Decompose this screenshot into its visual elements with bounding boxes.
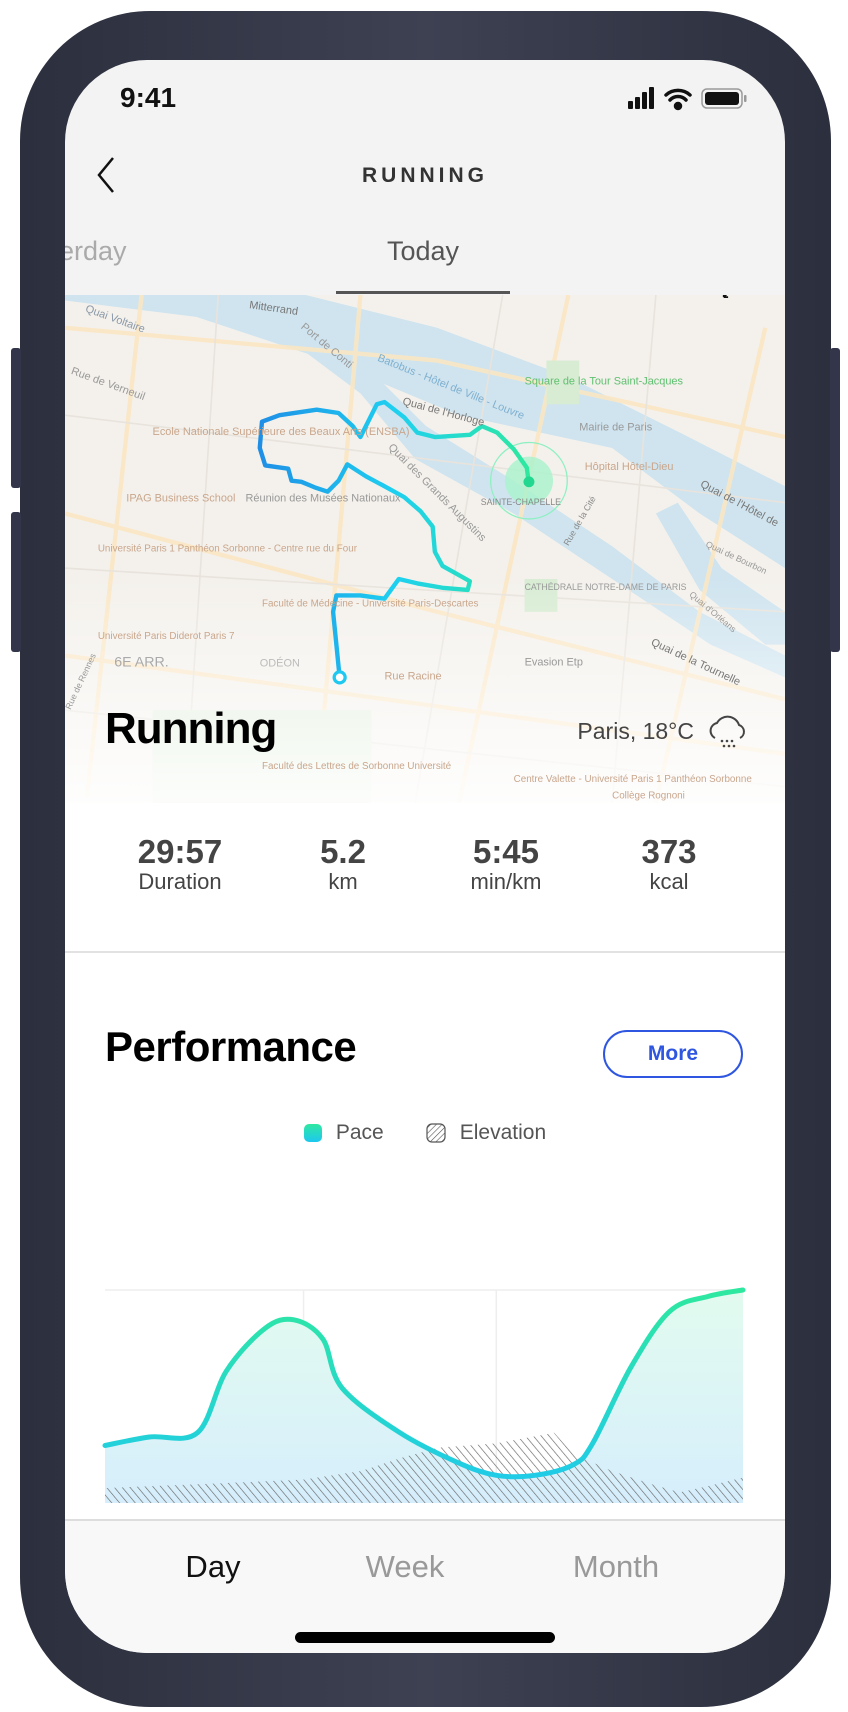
activity-title: Running (105, 704, 277, 753)
weather: Paris, 18°C (577, 712, 750, 750)
tab-active-indicator (336, 291, 510, 294)
volume-down-button (11, 512, 21, 652)
stat-value: 5:45 (472, 833, 540, 870)
stat-label: Duration (138, 869, 222, 894)
stat-label: kcal (649, 869, 689, 894)
tab-today[interactable]: Today (336, 236, 510, 267)
screen: 9:41 RUNNING erday Today Quai Voltaire B… (65, 60, 785, 1653)
cloud-rain-icon (709, 715, 745, 748)
tab-week[interactable]: Week (366, 1549, 445, 1585)
map-label: Réunion des Musées Nationaux (246, 492, 401, 504)
status-time: 9:41 (120, 82, 177, 113)
map-label: 6E ARR. (114, 654, 169, 670)
signal-icon (628, 87, 654, 109)
wifi-icon (664, 88, 692, 111)
map-label: Faculté des Lettres de Sorbonne Universi… (262, 761, 452, 772)
stats-panel: 29:57 Duration 5.2 km 5:45 min/km 373 kcal (65, 803, 785, 953)
home-indicator (295, 1632, 555, 1643)
stat-label: km (328, 869, 358, 894)
tab-month[interactable]: Month (573, 1549, 659, 1585)
battery-icon (701, 88, 747, 109)
stat-value: 5.2 (320, 833, 366, 870)
map-label: Mairie de Paris (579, 421, 652, 433)
performance-chart: 05′10′15′20′25′30′ (102, 1287, 746, 1503)
map-label: Evasion Etp (525, 656, 583, 668)
map-label: CATHÉDRALE NOTRE-DAME DE PARIS (525, 582, 687, 592)
map-label: ODÉON (260, 656, 300, 669)
stat-duration: 29:57 Duration (100, 833, 260, 895)
map-label: Centre Valette - Université Paris 1 Pant… (514, 774, 753, 785)
stat-value: 29:57 (137, 833, 223, 870)
stat-pace: 5:45 min/km (426, 833, 586, 895)
map-label: Hôpital Hôtel-Dieu (585, 461, 674, 473)
power-button (830, 348, 840, 652)
route-end-marker (523, 476, 535, 488)
route-start-marker (332, 670, 347, 685)
map-label: Collège Rognoni (612, 791, 685, 802)
map-label: Université Paris 1 Panthéon Sorbonne - C… (98, 544, 358, 555)
stat-distance: 5.2 km (263, 833, 423, 895)
map-label: Ecole Nationale Supérieure des Beaux Art… (153, 426, 410, 438)
map-label: Université Paris Diderot Paris 7 (98, 631, 235, 642)
volume-up-button (11, 348, 21, 488)
map-label: SAINTE-CHAPELLE (481, 497, 561, 507)
tab-day[interactable]: Day (185, 1549, 240, 1585)
stat-calories: 373 kcal (589, 833, 749, 895)
map-label: Rue Racine (385, 671, 442, 683)
tab-yesterday[interactable]: erday (65, 236, 127, 267)
stat-value: 373 (641, 833, 697, 870)
weather-text: Paris, 18°C (577, 717, 694, 744)
stat-label: min/km (470, 869, 542, 894)
map-label: Square de la Tour Saint-Jacques (525, 376, 684, 388)
page-title: RUNNING (362, 164, 488, 187)
map-label: IPAG Business School (126, 492, 235, 504)
status-icons (628, 87, 747, 111)
performance-section: Performance More Pace Elevation 05′10′15… (65, 953, 785, 1519)
map-label: Faculté de Médecine - Université Paris-D… (262, 598, 479, 609)
